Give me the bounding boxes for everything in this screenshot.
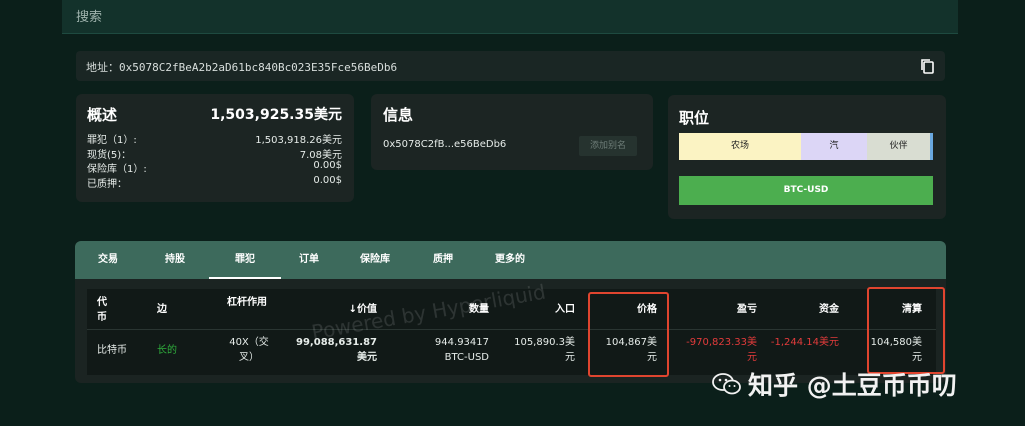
brand-text: 知乎 @土豆币币叨 [748,371,957,400]
tab-more[interactable]: 更多的 [495,241,525,279]
row-quantity: 944.93417 BTC-USD [434,337,489,363]
position-segment-partner[interactable]: 伙伴 [867,133,930,160]
overview-row-value: 0.00$ [313,175,342,186]
wallet-address: 地址：0x5078C2fBeA2b2aD61bc840Bc023E35Fce56… [86,61,398,74]
info-card: 信息 0x5078C2fB...e56BeDb6 添加别名 [371,94,653,170]
overview-row: 罪犯（1）: 1,503,918.26美元 [87,131,342,146]
search-placeholder: 搜索 [76,10,103,25]
copy-icon[interactable] [919,58,935,74]
overview-row: 保险库（1）: 0.00$ [87,160,342,175]
overview-row-label: 保险库（1）: [87,164,147,175]
positions-table-panel: 交易 持股 罪犯 订单 保险库 质押 更多的 代币 边 杠杆作用 ↓价值 数量 … [75,241,946,383]
liquidation-highlight-box [867,287,945,374]
position-segment-other [930,133,933,160]
row-leverage: 40X（交叉） [229,337,269,363]
tab-vaults[interactable]: 保险库 [360,241,390,279]
tab-perps[interactable]: 罪犯 [209,241,281,279]
tab-trades[interactable]: 交易 [98,241,118,279]
tab-holdings[interactable]: 持股 [165,241,185,279]
row-coin[interactable]: 比特币 [97,343,127,358]
header-funding[interactable]: 资金 [777,302,839,317]
position-card: 职位 农场 汽 伙伴 BTC-USD [668,95,946,219]
tab-staking[interactable]: 质押 [433,241,453,279]
overview-row-label: 罪犯（1）: [87,135,137,146]
header-pnl[interactable]: 盈亏 [687,302,757,317]
overview-row-value: 0.00$ [313,160,342,171]
btc-usd-bar[interactable]: BTC-USD [679,176,933,205]
price-highlight-box [588,292,669,377]
tab-bar: 交易 持股 罪犯 订单 保险库 质押 更多的 [75,241,946,279]
position-segment-farm[interactable]: 农场 [679,133,801,160]
header-coin[interactable]: 代币 [97,295,115,325]
overview-row-label: 现货(5)： [87,150,132,161]
row-side: 长的 [157,345,177,356]
overview-row-value: 1,503,918.26美元 [255,135,342,146]
overview-title: 概述 [87,106,118,124]
search-bar[interactable]: 搜索 [62,0,958,34]
overview-card: 概述 1,503,925.35美元 罪犯（1）: 1,503,918.26美元 … [76,94,354,202]
add-alias-button[interactable]: 添加别名 [579,136,637,156]
row-pnl: -970,823.33美元 [686,337,757,363]
overview-total: 1,503,925.35美元 [210,107,342,123]
header-side[interactable]: 边 [157,302,167,317]
overview-row: 已质押： 0.00$ [87,175,342,190]
row-funding: -1,244.14美元 [770,337,839,348]
address-bar: 地址：0x5078C2fBeA2b2aD61bc840Bc023E35Fce56… [76,51,945,81]
overview-row: 现货(5)： 7.08美元 [87,146,342,161]
overview-row-label: 已质押： [87,179,127,190]
row-entry: 105,890.3美元 [514,337,575,363]
tab-orders[interactable]: 订单 [299,241,319,279]
position-title: 职位 [679,109,710,127]
position-allocation-bar: 农场 汽 伙伴 [679,133,933,160]
table-divider [87,329,936,330]
short-address: 0x5078C2fB...e56BeDb6 [383,139,507,150]
info-title: 信息 [383,106,414,124]
position-segment-car[interactable]: 汽 [801,133,867,160]
overview-row-value: 7.08美元 [299,150,342,161]
header-leverage[interactable]: 杠杆作用 [227,295,267,310]
wechat-icon [712,373,741,395]
